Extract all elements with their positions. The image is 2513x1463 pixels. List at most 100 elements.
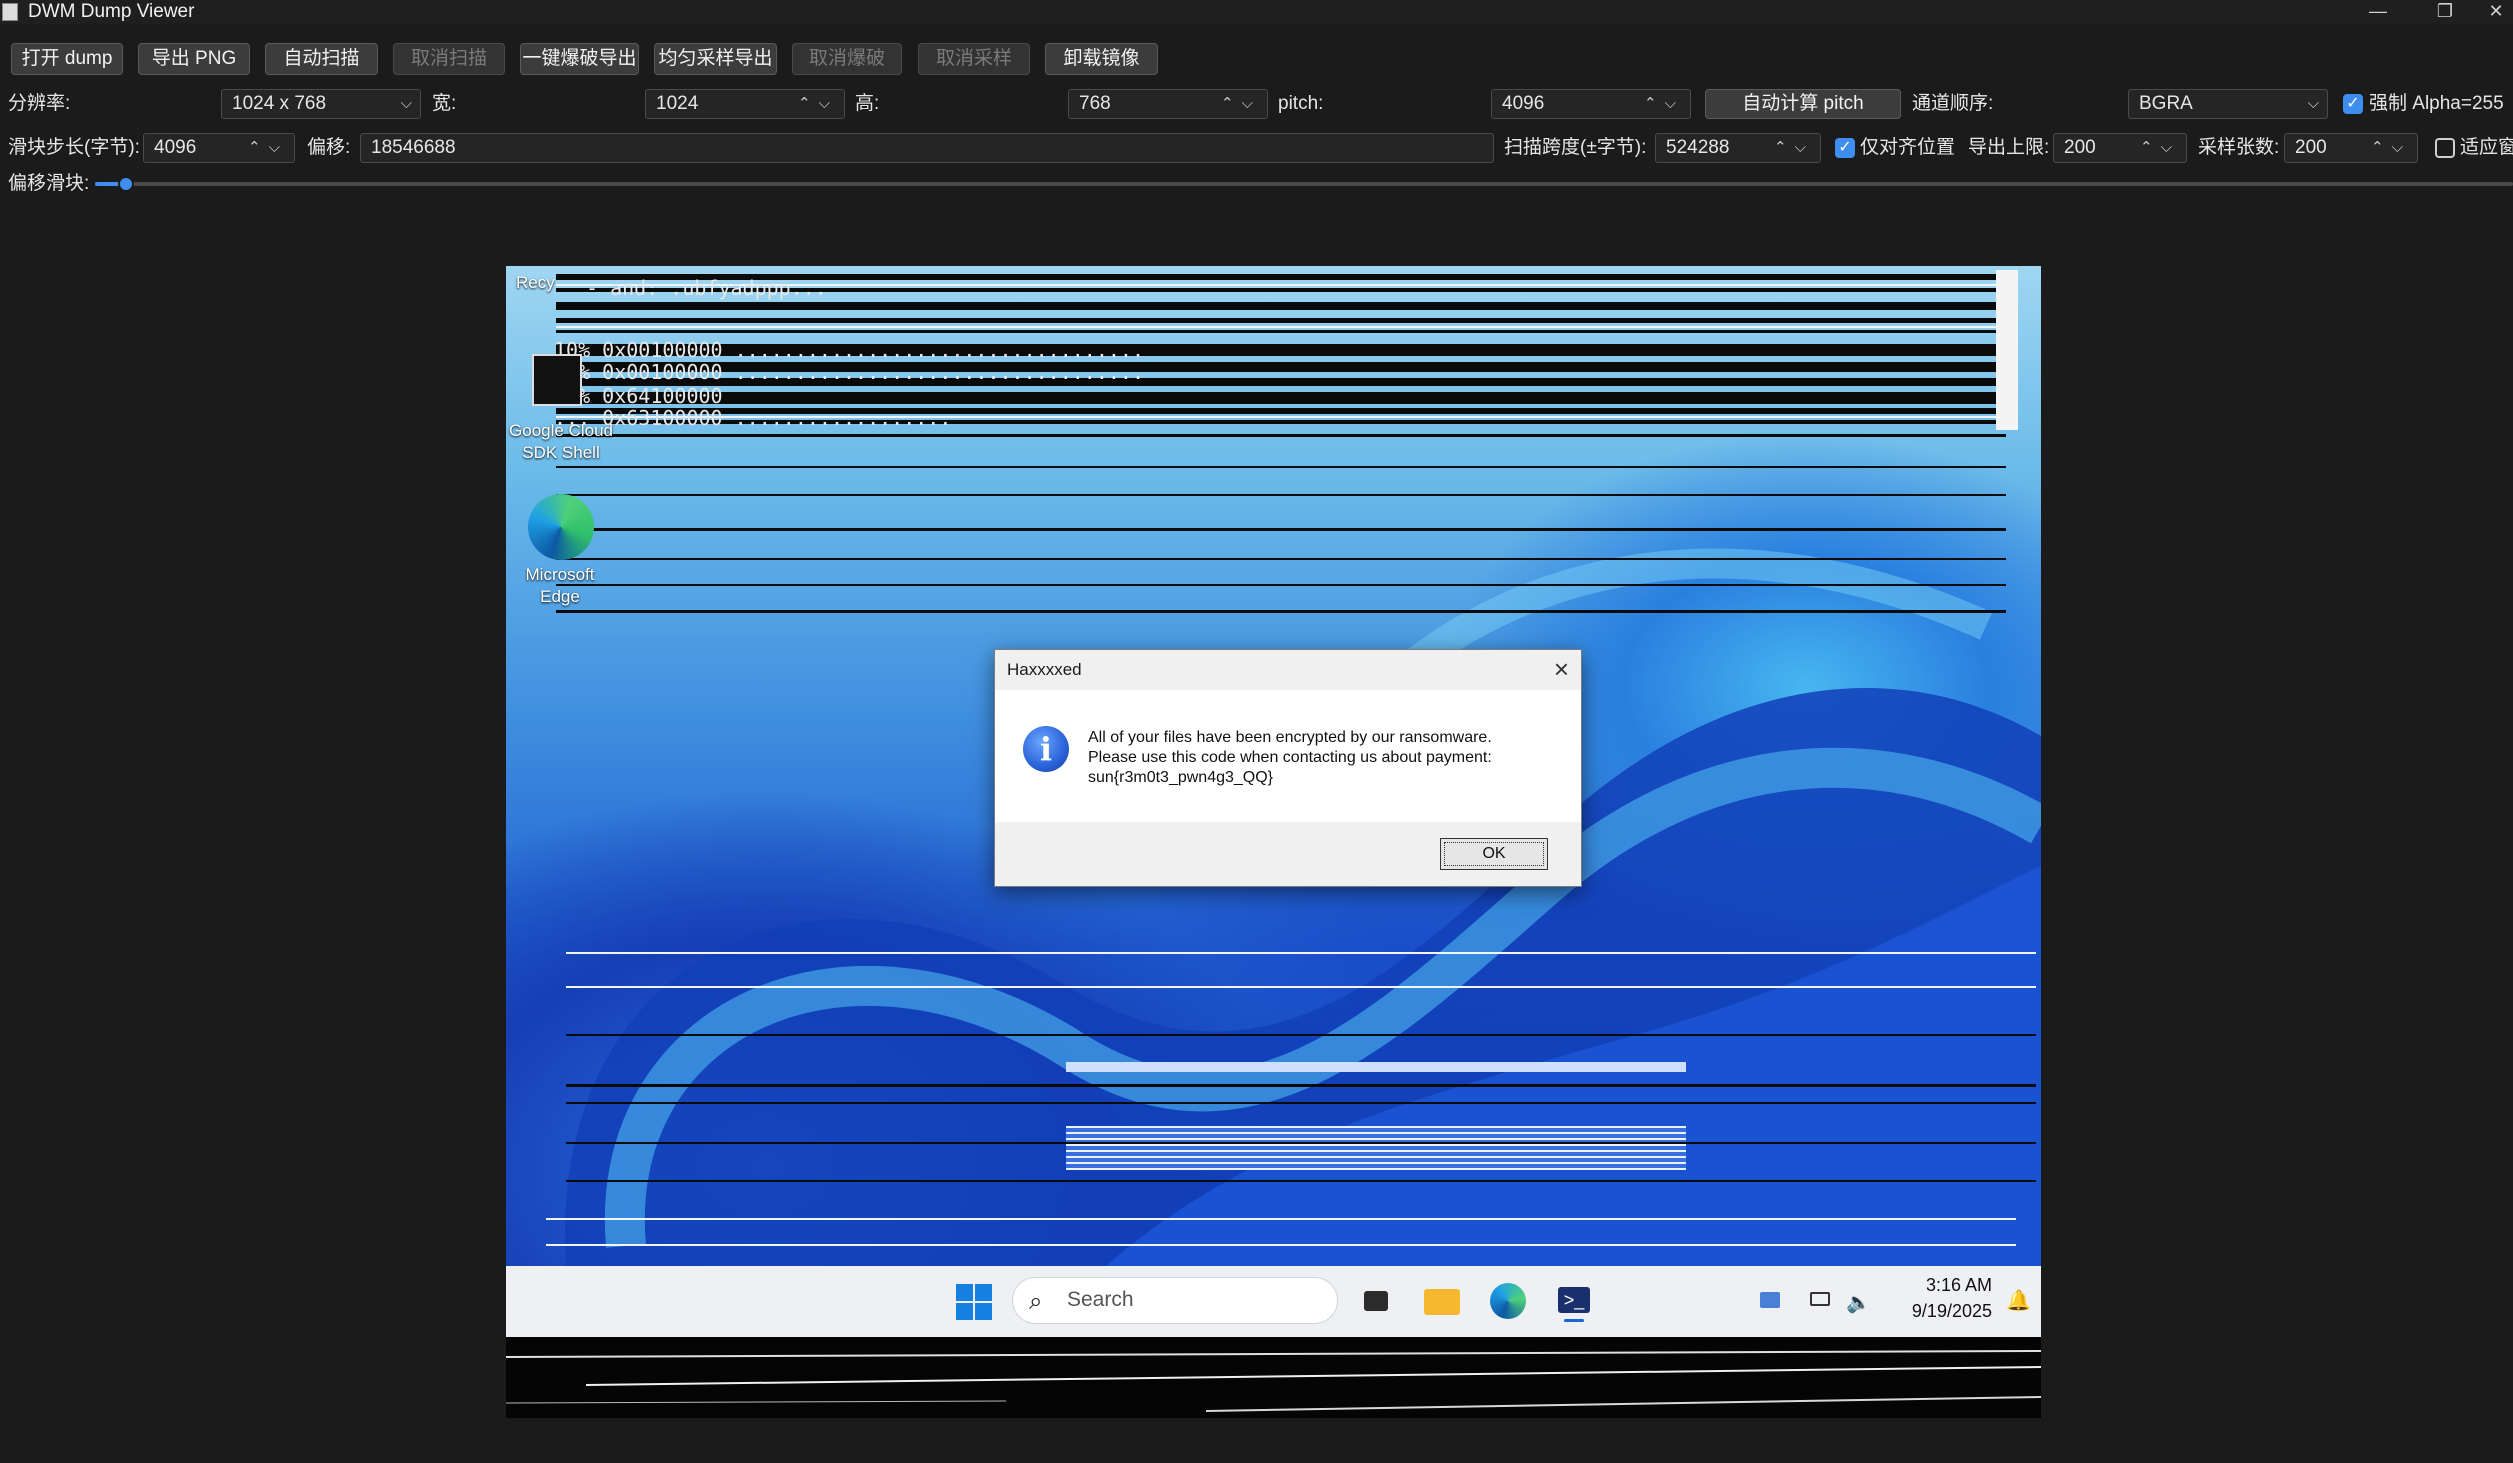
info-icon: i bbox=[1023, 726, 1069, 772]
ok-button[interactable]: OK bbox=[1440, 838, 1548, 870]
tray-app-icon[interactable] bbox=[1756, 1286, 1786, 1316]
restore-button[interactable]: ❐ bbox=[2428, 0, 2462, 24]
search-icon: ⌕ bbox=[1029, 1288, 1043, 1315]
offset-slider-label: 偏移滑块: bbox=[8, 173, 90, 194]
glitch-artifacts: - and: .ubfyadppp... 10% 0x00100000 ....… bbox=[506, 266, 2041, 636]
fit-window-label: 适应窗 bbox=[2460, 137, 2513, 158]
microsoft-edge-label[interactable]: Microsoft Edge bbox=[510, 564, 610, 608]
search-placeholder: Search bbox=[1067, 1288, 1134, 1311]
spin-arrows-icon[interactable]: ⌃⌵ bbox=[2371, 134, 2411, 162]
offset-input[interactable]: 18546688 bbox=[360, 133, 1494, 163]
dialog-close-icon[interactable]: × bbox=[1554, 654, 1569, 685]
force-alpha-label: 强制 Alpha=255 bbox=[2369, 93, 2504, 114]
resolution-label: 分辨率: bbox=[8, 93, 71, 114]
width-value: 1024 bbox=[656, 93, 699, 114]
dialog-message-line: All of your files have been encrypted by… bbox=[1088, 729, 1492, 746]
terminal-icon[interactable] bbox=[532, 354, 582, 406]
tray-date[interactable]: 9/19/2025 bbox=[1892, 1301, 1992, 1322]
offset-value: 18546688 bbox=[371, 137, 456, 158]
chevron-down-icon: ⌵ bbox=[400, 95, 412, 112]
sample-count-spinbox[interactable]: 200 ⌃⌵ bbox=[2284, 133, 2418, 163]
sample-count-value: 200 bbox=[2295, 137, 2327, 158]
open-dump-button[interactable]: 打开 dump bbox=[11, 43, 123, 75]
step-label: 滑块步长(字节): bbox=[8, 137, 140, 158]
edge-taskbar-icon[interactable] bbox=[1488, 1281, 1528, 1321]
cancel-brute-button[interactable]: 取消爆破 bbox=[792, 43, 902, 75]
dialog-title: Haxxxxed bbox=[1007, 660, 1082, 679]
taskbar-search-box[interactable]: ⌕ Search bbox=[1012, 1277, 1338, 1324]
export-limit-value: 200 bbox=[2064, 137, 2096, 158]
scan-span-spinbox[interactable]: 524288 ⌃⌵ bbox=[1655, 133, 1821, 163]
dialog-code-line: sun{r3m0t3_pwn4g3_QQ} bbox=[1088, 769, 1274, 786]
dialog-body: i All of your files have been encrypted … bbox=[995, 690, 1581, 822]
spin-arrows-icon[interactable]: ⌃⌵ bbox=[1221, 90, 1261, 118]
aligned-only-label: 仅对齐位置 bbox=[1860, 137, 1956, 158]
chevron-down-icon: ⌵ bbox=[2307, 95, 2319, 112]
volume-muted-icon[interactable]: 🔈 bbox=[1844, 1286, 1874, 1316]
step-value: 4096 bbox=[154, 137, 197, 158]
file-explorer-icon[interactable] bbox=[1422, 1281, 1462, 1321]
auto-calc-pitch-button[interactable]: 自动计算 pitch bbox=[1705, 89, 1901, 119]
close-window-button[interactable]: ✕ bbox=[2479, 0, 2513, 24]
tray-time[interactable]: 3:16 AM bbox=[1892, 1275, 1992, 1296]
width-spinbox[interactable]: 1024 ⌃⌵ bbox=[645, 89, 845, 119]
pitch-label: pitch: bbox=[1278, 93, 1324, 114]
debug-text-line: - and: .ubfyadppp... bbox=[586, 276, 827, 300]
sample-count-label: 采样张数: bbox=[2198, 137, 2280, 158]
pitch-spinbox[interactable]: 4096 ⌃⌵ bbox=[1491, 89, 1691, 119]
export-png-button[interactable]: 导出 PNG bbox=[138, 43, 250, 75]
spin-arrows-icon[interactable]: ⌃⌵ bbox=[1644, 90, 1684, 118]
spin-arrows-icon[interactable]: ⌃⌵ bbox=[1774, 134, 1814, 162]
resolution-value: 1024 x 768 bbox=[232, 93, 327, 114]
height-spinbox[interactable]: 768 ⌃⌵ bbox=[1068, 89, 1268, 119]
task-view-icon[interactable] bbox=[1356, 1281, 1396, 1321]
offset-slider-thumb[interactable] bbox=[118, 176, 134, 192]
debug-text-line: 20% 0x00100000 .........................… bbox=[554, 360, 1145, 384]
brute-export-button[interactable]: 一键爆破导出 bbox=[520, 43, 639, 75]
width-label: 宽: bbox=[432, 93, 457, 114]
cancel-scan-button[interactable]: 取消扫描 bbox=[393, 43, 505, 75]
offset-slider-track[interactable] bbox=[95, 182, 2513, 186]
scan-span-label: 扫描跨度(±字节): bbox=[1504, 137, 1647, 158]
garbage-streaks bbox=[506, 1350, 2041, 1412]
force-alpha-checkbox[interactable]: ✓ bbox=[2343, 94, 2363, 114]
step-spinbox[interactable]: 4096 ⌃⌵ bbox=[143, 133, 295, 163]
spin-arrows-icon[interactable]: ⌃⌵ bbox=[2140, 134, 2180, 162]
pitch-value: 4096 bbox=[1502, 93, 1545, 114]
debug-text-line: 10% 0x00100000 .........................… bbox=[554, 338, 1145, 362]
spin-arrows-icon[interactable]: ⌃⌵ bbox=[798, 90, 838, 118]
minimize-button[interactable]: — bbox=[2361, 0, 2395, 24]
dialog-message-line: Please use this code when contacting us … bbox=[1088, 749, 1492, 766]
spin-arrows-icon[interactable]: ⌃⌵ bbox=[248, 134, 288, 162]
taskbar: ⌕ Search >_ 🔈 3:16 AM 9/19/2025 🔔 bbox=[506, 1266, 2041, 1337]
fit-window-checkbox[interactable] bbox=[2435, 138, 2455, 158]
height-value: 768 bbox=[1079, 93, 1111, 114]
network-icon[interactable] bbox=[1806, 1286, 1836, 1316]
recycle-bin-label[interactable]: Recy bbox=[516, 272, 596, 294]
cancel-sample-button[interactable]: 取消采样 bbox=[918, 43, 1030, 75]
uniform-sample-export-button[interactable]: 均匀采样导出 bbox=[654, 43, 777, 75]
powershell-icon[interactable]: >_ bbox=[1554, 1281, 1594, 1322]
message-dialog: Haxxxxed × i All of your files have been… bbox=[994, 649, 1582, 887]
garbage-pixel-rows bbox=[506, 1337, 2041, 1418]
edge-icon[interactable] bbox=[528, 494, 594, 560]
export-limit-label: 导出上限: bbox=[1968, 137, 2050, 158]
export-limit-spinbox[interactable]: 200 ⌃⌵ bbox=[2053, 133, 2187, 163]
window-title: DWM Dump Viewer bbox=[28, 1, 195, 22]
channel-order-label: 通道顺序: bbox=[1912, 93, 1994, 114]
scan-span-value: 524288 bbox=[1666, 137, 1730, 158]
height-label: 高: bbox=[855, 93, 880, 114]
title-bar bbox=[0, 0, 2513, 24]
channel-order-select[interactable]: BGRA ⌵ bbox=[2128, 89, 2328, 119]
channel-order-value: BGRA bbox=[2139, 93, 2193, 114]
windows-start-icon[interactable] bbox=[956, 1284, 992, 1320]
dump-preview-image: - and: .ubfyadppp... 10% 0x00100000 ....… bbox=[506, 266, 2041, 1418]
offset-label: 偏移: bbox=[307, 137, 351, 158]
auto-scan-button[interactable]: 自动扫描 bbox=[265, 43, 378, 75]
google-cloud-sdk-label[interactable]: Google Cloud SDK Shell bbox=[508, 420, 614, 464]
aligned-only-checkbox[interactable]: ✓ bbox=[1835, 138, 1855, 158]
app-icon bbox=[2, 3, 18, 21]
unload-image-button[interactable]: 卸载镜像 bbox=[1045, 43, 1158, 75]
notification-bell-icon[interactable]: 🔔 bbox=[2002, 1286, 2032, 1316]
resolution-select[interactable]: 1024 x 768 ⌵ bbox=[221, 89, 421, 119]
